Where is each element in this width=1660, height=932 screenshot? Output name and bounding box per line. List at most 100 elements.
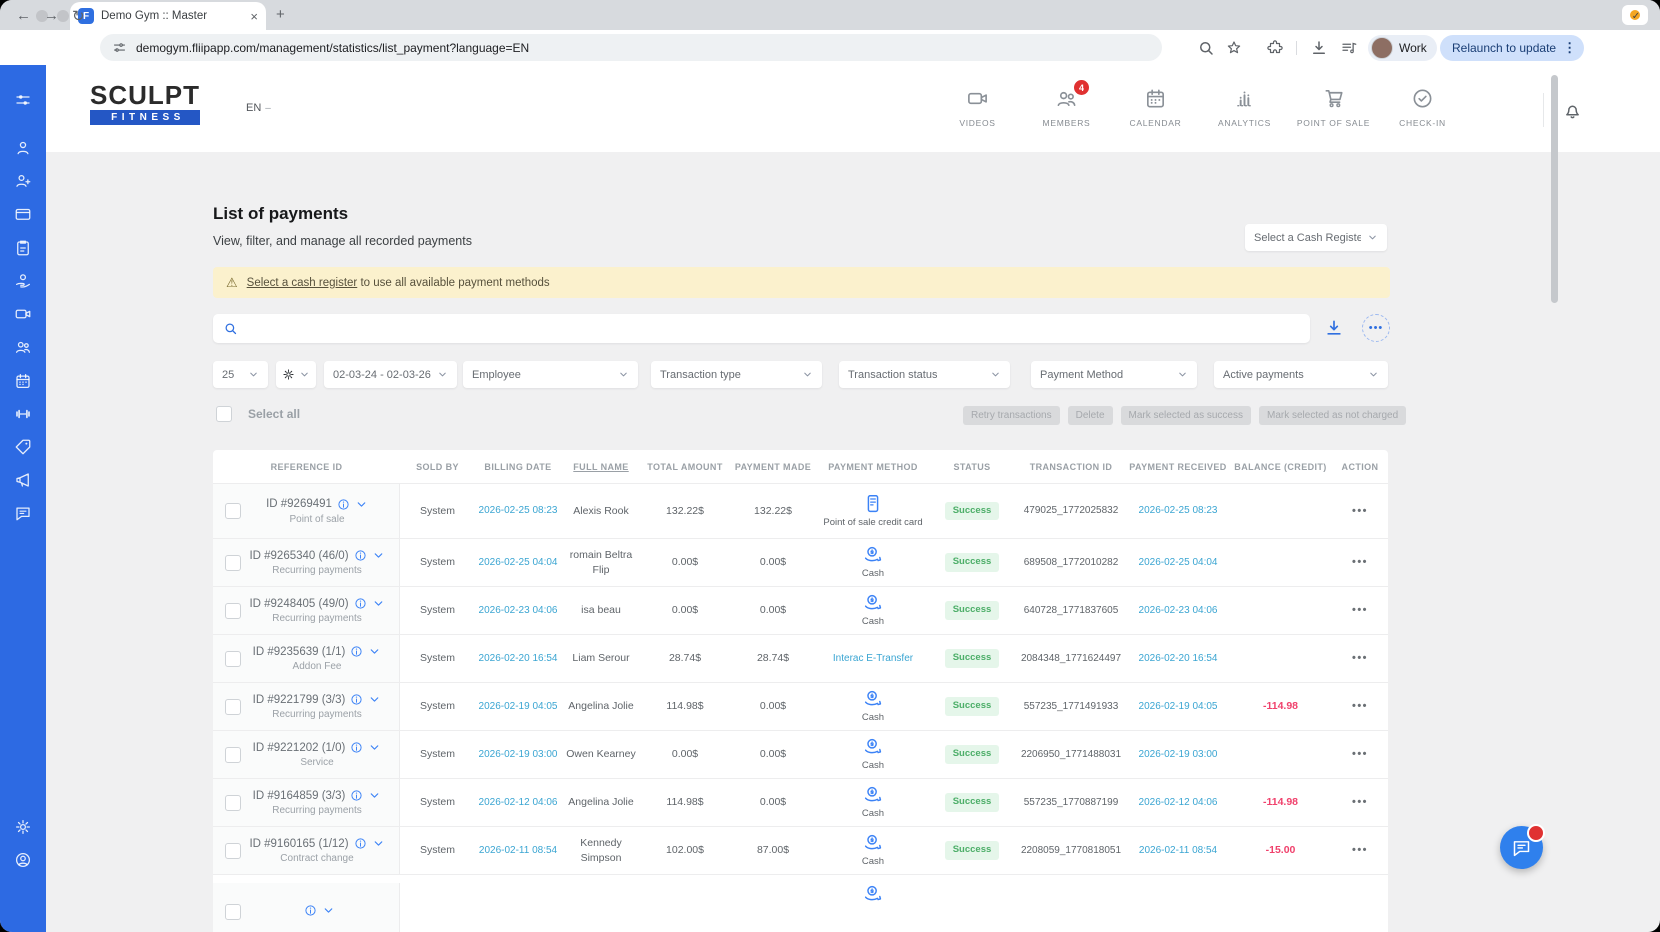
- extensions-puzzle-icon[interactable]: [1266, 39, 1284, 57]
- video-camera-icon[interactable]: [14, 305, 32, 323]
- reload-button[interactable]: ↻: [72, 7, 85, 25]
- nav-item-members[interactable]: 4 MEMBERS: [1022, 87, 1111, 128]
- notifications-bell-icon[interactable]: [1562, 99, 1583, 120]
- row-checkbox[interactable]: [225, 651, 241, 667]
- cash-register-select[interactable]: Select a Cash Register: [1245, 224, 1387, 251]
- mark-not-charged-button[interactable]: Mark selected as not charged: [1259, 406, 1406, 425]
- per-page-select[interactable]: 25: [213, 361, 268, 388]
- chevron-down-icon[interactable]: [372, 549, 385, 562]
- col-status[interactable]: STATUS: [929, 462, 1015, 472]
- row-actions-button[interactable]: •••: [1332, 747, 1388, 762]
- megaphone-icon[interactable]: [14, 471, 32, 489]
- search-box[interactable]: [213, 314, 1310, 343]
- user-icon[interactable]: [14, 139, 32, 157]
- col-action[interactable]: ACTION: [1332, 462, 1388, 472]
- info-icon[interactable]: [350, 741, 363, 754]
- row-actions-button[interactable]: •••: [1332, 555, 1388, 570]
- row-actions-button[interactable]: •••: [1332, 504, 1388, 519]
- chevron-down-icon[interactable]: [372, 837, 385, 850]
- col-reference-id[interactable]: REFERENCE ID: [213, 462, 400, 472]
- row-checkbox[interactable]: [225, 843, 241, 859]
- chevron-down-icon[interactable]: [368, 645, 381, 658]
- billing-date-link[interactable]: 2026-02-19 03:00: [475, 748, 561, 762]
- hand-payment-icon[interactable]: [14, 272, 32, 290]
- row-checkbox[interactable]: [225, 603, 241, 619]
- chevron-down-icon[interactable]: [372, 597, 385, 610]
- col-payment-received[interactable]: PAYMENT RECEIVED: [1127, 462, 1229, 472]
- user-group-icon[interactable]: [14, 338, 32, 356]
- billing-date-link[interactable]: 2026-02-20 16:54: [475, 652, 561, 666]
- employee-select[interactable]: Employee: [463, 361, 638, 388]
- retry-transactions-button[interactable]: Retry transactions: [963, 406, 1060, 425]
- row-checkbox[interactable]: [225, 555, 241, 571]
- nav-item-calendar[interactable]: CALENDAR: [1111, 87, 1200, 128]
- browser-profile-button[interactable]: Work: [1368, 35, 1437, 61]
- mark-success-button[interactable]: Mark selected as success: [1121, 406, 1252, 425]
- relaunch-to-update-button[interactable]: Relaunch to update ⋮: [1440, 35, 1584, 61]
- info-icon[interactable]: [354, 549, 367, 562]
- billing-date-link[interactable]: 2026-02-11 08:54: [475, 844, 561, 858]
- url-text[interactable]: demogym.fliipapp.com/management/statisti…: [136, 41, 529, 55]
- chat-icon[interactable]: [14, 504, 32, 522]
- nav-item-point-of-sale[interactable]: POINT OF SALE: [1289, 87, 1378, 128]
- dumbbell-icon[interactable]: [14, 405, 32, 423]
- payment-received-link[interactable]: 2026-02-23 04:06: [1127, 604, 1229, 618]
- chevron-down-icon[interactable]: [368, 693, 381, 706]
- date-range-select[interactable]: 02-03-24 - 02-03-26: [324, 361, 457, 388]
- info-icon[interactable]: [350, 645, 363, 658]
- col-payment-made[interactable]: PAYMENT MADE: [729, 462, 817, 472]
- clipboard-edit-icon[interactable]: [14, 239, 32, 257]
- tab-close-icon[interactable]: ×: [250, 9, 258, 24]
- info-icon[interactable]: [350, 693, 363, 706]
- row-actions-button[interactable]: •••: [1332, 699, 1388, 714]
- bookmark-star-icon[interactable]: [1225, 39, 1243, 57]
- chevron-down-icon[interactable]: [368, 741, 381, 754]
- user-add-icon[interactable]: [14, 172, 32, 190]
- row-actions-button[interactable]: •••: [1332, 651, 1388, 666]
- payment-received-link[interactable]: 2026-02-25 04:04: [1127, 556, 1229, 570]
- col-full-name[interactable]: FULL NAME: [561, 462, 641, 472]
- payment-received-link[interactable]: 2026-02-20 16:54: [1127, 652, 1229, 666]
- select-cash-register-link[interactable]: Select a cash register: [247, 277, 358, 289]
- chat-widget-button[interactable]: [1500, 826, 1543, 869]
- select-all-checkbox[interactable]: [216, 406, 232, 422]
- payment-received-link[interactable]: 2026-02-19 04:05: [1127, 700, 1229, 714]
- reading-list-icon[interactable]: [1340, 39, 1358, 57]
- back-button[interactable]: ←: [16, 7, 31, 24]
- row-actions-button[interactable]: •••: [1332, 795, 1388, 810]
- col-transaction-id[interactable]: TRANSACTION ID: [1015, 462, 1127, 472]
- chevron-down-icon[interactable]: [322, 904, 335, 917]
- chevron-down-icon[interactable]: [355, 498, 368, 511]
- more-options-button[interactable]: •••: [1362, 314, 1390, 342]
- row-actions-button[interactable]: •••: [1332, 843, 1388, 858]
- transaction-status-select[interactable]: Transaction status: [839, 361, 1010, 388]
- payment-received-link[interactable]: 2026-02-12 04:06: [1127, 796, 1229, 810]
- billing-date-link[interactable]: 2026-02-12 04:06: [475, 796, 561, 810]
- zoom-page-icon[interactable]: [1197, 39, 1215, 57]
- row-checkbox[interactable]: [225, 904, 241, 920]
- browser-tab[interactable]: F Demo Gym :: Master ×: [70, 2, 266, 30]
- language-selector[interactable]: EN –: [246, 102, 271, 114]
- info-icon[interactable]: [304, 904, 317, 917]
- chevron-down-icon[interactable]: [368, 789, 381, 802]
- info-icon[interactable]: [337, 498, 350, 511]
- payment-received-link[interactable]: 2026-02-19 03:00: [1127, 748, 1229, 762]
- payment-received-link[interactable]: 2026-02-25 08:23: [1127, 504, 1229, 518]
- info-icon[interactable]: [354, 837, 367, 850]
- new-tab-button[interactable]: +: [276, 6, 285, 23]
- transaction-type-select[interactable]: Transaction type: [651, 361, 822, 388]
- site-settings-icon[interactable]: [112, 40, 127, 55]
- nav-item-analytics[interactable]: ANALYTICS: [1200, 87, 1289, 128]
- downloads-icon[interactable]: [1310, 39, 1328, 57]
- billing-date-link[interactable]: 2026-02-25 04:04: [475, 556, 561, 570]
- delete-button[interactable]: Delete: [1068, 406, 1113, 425]
- active-payments-select[interactable]: Active payments: [1214, 361, 1388, 388]
- sliders-icon[interactable]: [14, 91, 32, 109]
- page-scrollbar[interactable]: [1551, 75, 1558, 303]
- search-input[interactable]: [246, 321, 1300, 337]
- row-actions-button[interactable]: •••: [1332, 603, 1388, 618]
- tag-icon[interactable]: [14, 438, 32, 456]
- gear-icon[interactable]: [14, 818, 32, 836]
- col-sold-by[interactable]: SOLD BY: [400, 462, 475, 472]
- billing-date-link[interactable]: 2026-02-19 04:05: [475, 700, 561, 714]
